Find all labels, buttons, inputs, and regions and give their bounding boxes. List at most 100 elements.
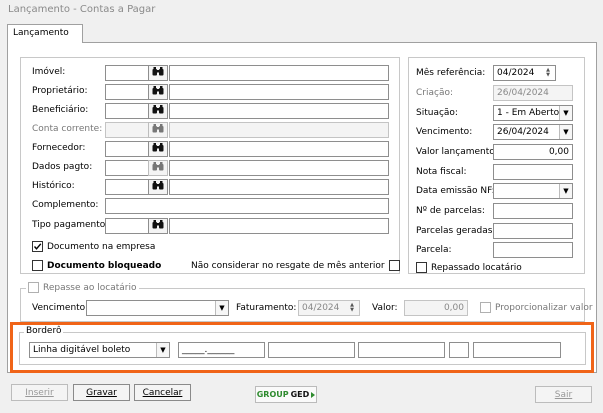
conta-corrente-label: Conta corrente:: [32, 124, 103, 134]
binoculars-icon: [152, 162, 164, 174]
documento-bloqueado-checkbox[interactable]: Documento bloqueado: [32, 260, 161, 271]
historico-search-button[interactable]: [148, 179, 168, 195]
chevron-down-icon[interactable]: ▼: [215, 301, 228, 315]
nao-considerar-checkbox[interactable]: Não considerar no resgate de mês anterio…: [191, 260, 400, 271]
conta-corrente-search-button: [148, 122, 168, 138]
repasse-vencimento-label: Vencimento:: [32, 303, 89, 313]
proprietario-search-button[interactable]: [148, 84, 168, 100]
proprietario-label: Proprietário:: [32, 86, 88, 96]
spin-arrows-icon: ▲ ▼: [350, 302, 354, 313]
bordero-field-4[interactable]: [449, 342, 469, 358]
tab-lancamento[interactable]: Lançamento: [7, 24, 83, 43]
situacao-label: Situação:: [416, 108, 458, 118]
beneficiario-search-button[interactable]: [148, 103, 168, 119]
imovel-code-input[interactable]: [105, 65, 149, 81]
documento-bloqueado-label: Documento bloqueado: [47, 260, 162, 271]
imovel-desc-input[interactable]: [169, 65, 389, 81]
situacao-select[interactable]: 1 - Em Aberto ▼: [493, 105, 573, 121]
parcela-input[interactable]: [493, 242, 573, 258]
historico-desc-input[interactable]: [169, 179, 389, 195]
num-parcelas-input[interactable]: [493, 203, 573, 219]
checkbox-icon: [416, 262, 427, 273]
chevron-down-icon[interactable]: ▼: [156, 343, 169, 357]
tipo-pagamento-search-button[interactable]: [148, 218, 168, 234]
checkbox-icon: [32, 260, 43, 271]
documento-empresa-checkbox[interactable]: Documento na empresa: [32, 241, 155, 252]
conta-corrente-desc-input: [169, 122, 389, 138]
repasse-checkbox[interactable]: Repasse ao locatário: [26, 282, 139, 293]
data-emissao-nf-input[interactable]: ▼: [493, 183, 573, 199]
dados-pagto-code-input[interactable]: [105, 160, 149, 176]
nao-considerar-label: Não considerar no resgate de mês anterio…: [191, 260, 385, 271]
num-parcelas-label: Nº de parcelas:: [416, 206, 485, 216]
fornecedor-search-button[interactable]: [148, 141, 168, 157]
nota-fiscal-label: Nota fiscal:: [416, 167, 467, 177]
repassado-locatario-checkbox[interactable]: Repassado locatário: [416, 262, 522, 273]
checkbox-icon: [388, 260, 400, 271]
cancelar-label: Cancelar: [142, 387, 183, 398]
checkbox-icon: [28, 282, 39, 293]
gravar-button[interactable]: Gravar: [73, 384, 130, 401]
beneficiario-desc-input[interactable]: [169, 103, 389, 119]
sair-label: Sair: [554, 389, 573, 400]
proprietario-code-input[interactable]: [105, 84, 149, 100]
nota-fiscal-input[interactable]: [493, 164, 573, 180]
binoculars-icon: [152, 181, 164, 193]
fornecedor-code-input[interactable]: [105, 141, 149, 157]
vencimento-value: 26/04/2024: [497, 127, 549, 137]
proprietario-desc-input[interactable]: [169, 84, 389, 100]
binoculars-icon: [152, 105, 164, 117]
chevron-down-icon[interactable]: ▼: [559, 184, 572, 198]
bordero-field-3[interactable]: [358, 342, 445, 358]
valor-lancamento-label: Valor lançamento:: [416, 147, 498, 157]
imovel-search-button[interactable]: [148, 65, 168, 81]
gravar-label: Gravar: [86, 387, 117, 398]
bordero-field-2[interactable]: [268, 342, 355, 358]
faturamento-input: 04/2024 ▲ ▼: [298, 300, 360, 316]
repassado-locatario-label: Repassado locatário: [431, 262, 522, 273]
situacao-value: 1 - Em Aberto: [497, 108, 560, 118]
window-title: Lançamento - Contas a Pagar: [8, 4, 156, 15]
vencimento-date-input[interactable]: 26/04/2024 ▼: [493, 124, 573, 140]
complemento-label: Complemento:: [32, 200, 99, 210]
checkbox-checked-icon: [32, 241, 43, 252]
bordero-tipo-select[interactable]: Linha digitável boleto ▼: [29, 342, 170, 358]
parcelas-geradas-label: Parcelas geradas:: [416, 226, 496, 236]
inserir-button[interactable]: Inserir: [11, 384, 68, 401]
repasse-vencimento-input[interactable]: ▼: [86, 300, 229, 316]
dados-pagto-desc-input[interactable]: [169, 160, 389, 176]
beneficiario-code-input[interactable]: [105, 103, 149, 119]
bordero-mask-input[interactable]: _____.______: [178, 342, 265, 358]
proporcionalizar-checkbox[interactable]: Proporcionalizar valor: [480, 302, 593, 313]
documento-empresa-label: Documento na empresa: [47, 241, 156, 252]
sair-button[interactable]: Sair: [535, 386, 592, 403]
parcelas-geradas-input[interactable]: [493, 223, 573, 239]
valor-lancamento-input[interactable]: 0,00: [493, 144, 573, 160]
fornecedor-desc-input[interactable]: [169, 141, 389, 157]
beneficiario-label: Beneficiário:: [32, 105, 89, 115]
binoculars-icon: [152, 86, 164, 98]
tipo-pagamento-code-input[interactable]: [105, 218, 149, 234]
cancelar-button[interactable]: Cancelar: [134, 384, 191, 401]
complemento-input[interactable]: [105, 198, 389, 214]
tipo-pagamento-label: Tipo pagamento:: [32, 220, 109, 230]
chevron-down-icon[interactable]: ▼: [559, 125, 572, 139]
conta-corrente-code-input: [105, 122, 149, 138]
faturamento-label: Faturamento:: [236, 303, 297, 313]
bordero-legend: Borderô: [24, 326, 64, 336]
chevron-down-icon[interactable]: ▼: [559, 106, 572, 120]
faturamento-value: 04/2024: [302, 303, 340, 313]
bordero-field-5[interactable]: [473, 342, 561, 358]
dados-pagto-label: Dados pagto:: [32, 162, 93, 172]
parcela-label: Parcela:: [416, 245, 452, 255]
historico-code-input[interactable]: [105, 179, 149, 195]
repasse-legend: Repasse ao locatário: [43, 282, 137, 293]
dados-pagto-search-button[interactable]: [148, 160, 168, 176]
mes-referencia-input[interactable]: 04/2024 ▲ ▼: [493, 65, 556, 81]
inserir-label: Inserir: [25, 387, 54, 398]
tipo-pagamento-desc-input[interactable]: [169, 218, 389, 234]
vencimento-label: Vencimento:: [416, 127, 473, 137]
criacao-label: Criação:: [416, 88, 454, 98]
spin-arrows-icon[interactable]: ▲ ▼: [542, 67, 554, 79]
repasse-valor-input: 0,00: [404, 300, 468, 316]
